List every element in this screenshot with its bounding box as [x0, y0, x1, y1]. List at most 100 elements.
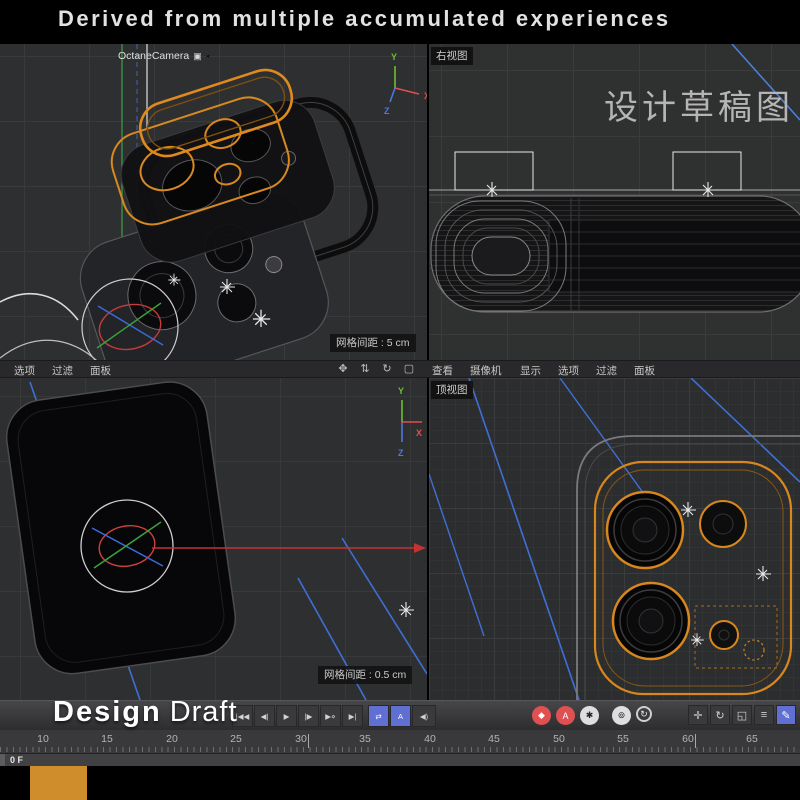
footer-strip [0, 766, 800, 800]
dolly-icon[interactable]: ⇅ [358, 362, 372, 375]
menu-display[interactable]: 显示 [520, 363, 541, 378]
menu-view[interactable]: 查看 [432, 363, 453, 378]
menu-options[interactable]: 选项 [558, 363, 579, 378]
menu-filter[interactable]: 过滤 [596, 363, 617, 378]
sparkle-mark [756, 566, 771, 581]
loop-autokey-group: ⇄ A ◀) [368, 705, 436, 727]
top-view-label-text: 顶视图 [436, 384, 468, 396]
perspective-canvas: Y Z X [0, 44, 427, 360]
ruler-tick-label: 60 [682, 733, 694, 745]
key-position-toggle[interactable]: ✛ [688, 705, 708, 725]
next-frame-button[interactable]: |▶ [298, 705, 319, 727]
key-parameter-toggle[interactable]: ≡ [754, 705, 774, 725]
ruler-tick-label: 30 [295, 733, 307, 745]
ruler-tick-label: 65 [746, 733, 758, 745]
loop-toggle-button[interactable]: ⇄ [368, 705, 389, 727]
axis-z-label: Z [398, 448, 404, 458]
record-keyframe-button[interactable]: ◆ [532, 706, 551, 725]
header-banner: Derived from multiple accumulated experi… [0, 0, 800, 44]
menu-filter-left[interactable]: 过滤 [52, 363, 73, 378]
view-axis-gizmo: Y Z X [384, 52, 427, 116]
viewport-right-view[interactable]: 右视图 设计草稿图 [429, 44, 800, 360]
key-scale-toggle[interactable]: ◱ [732, 705, 752, 725]
camera-icon[interactable]: ▣ [193, 51, 202, 62]
axis-y-label: Y [398, 386, 404, 396]
menu-camera[interactable]: 摄像机 [470, 363, 502, 378]
camera-bump-outline [673, 152, 741, 190]
orbit-icon[interactable]: ↻ [380, 362, 394, 375]
axis-y-label: Y [391, 52, 397, 62]
lens-top-left [607, 492, 683, 568]
lens-bottom [613, 583, 689, 659]
camera-caret-icon: ◂ [206, 52, 210, 60]
keyframe-options-button[interactable]: ✱ [580, 706, 599, 725]
viewport-menubar: 选项 过滤 面板 ✥ ⇅ ↻ ▢ 查看 摄像机 显示 选项 过滤 面板 [0, 360, 800, 378]
ruler-marker [695, 734, 696, 748]
camera-bump-outline [455, 152, 533, 190]
viewport-perspective[interactable]: Y Z X OctaneCamera ▣ ◂ 网格间距 : 5 cm [0, 44, 427, 360]
key-rotation-button[interactable]: ↻ [636, 706, 652, 722]
next-key-button[interactable]: ▶⋄ [320, 705, 341, 727]
ruler-tick-strip [0, 747, 800, 752]
pan-icon[interactable]: ✥ [336, 362, 350, 375]
header-title: Derived from multiple accumulated experi… [58, 6, 671, 32]
menu-options-left[interactable]: 选项 [14, 363, 35, 378]
ruler-tick-label: 20 [166, 733, 178, 745]
sparkle-mark [681, 502, 696, 517]
case-inner-edge [585, 444, 800, 700]
case-silhouette-curve [0, 340, 106, 360]
ruler-tick-label: 40 [424, 733, 436, 745]
front-view-canvas: Y Z X [0, 378, 427, 700]
grid-spacing-badge: 网格间距 : 0.5 cm [318, 666, 412, 684]
draft-word: Draft [170, 696, 238, 728]
top-view-canvas [429, 378, 800, 700]
current-frame-row[interactable]: 0 F [0, 753, 800, 766]
phone-case-front [2, 378, 240, 679]
viewport-top-view[interactable]: 顶视图 [429, 378, 800, 700]
viewport-nav-icons: ✥ ⇅ ↻ ▢ [336, 362, 416, 375]
autokeying-button[interactable]: A [556, 706, 575, 725]
ruler-tick-label: 10 [37, 733, 49, 745]
design-draft-watermark: DesignDraft [53, 696, 238, 729]
autokey-mode-button[interactable]: A [390, 705, 411, 727]
key-channel-group: ✛ ↻ ◱ ≡ ✎ [688, 705, 796, 725]
sound-toggle-button[interactable]: ◀) [412, 705, 436, 727]
guide-line-blue [691, 378, 800, 482]
camera-label-bar[interactable]: OctaneCamera ▣ ◂ [118, 50, 209, 62]
sparkle-mark [399, 602, 414, 617]
grid-spacing-badge: 网格间距 : 5 cm [330, 334, 416, 352]
key-object-button[interactable]: ⊚ [612, 706, 631, 725]
menu-panel[interactable]: 面板 [634, 363, 655, 378]
orange-accent-block [30, 766, 87, 800]
key-pla-toggle[interactable]: ✎ [776, 705, 796, 725]
ruler-tick-label: 45 [488, 733, 500, 745]
play-button[interactable]: ▶ [276, 705, 297, 727]
camera-name[interactable]: OctaneCamera [118, 50, 189, 62]
maximize-icon[interactable]: ▢ [402, 362, 416, 375]
ruler-tick-label: 55 [617, 733, 629, 745]
ruler-tick-label: 15 [101, 733, 113, 745]
menu-panel-left[interactable]: 面板 [90, 363, 111, 378]
grid-spacing-text: 网格间距 : 5 cm [336, 337, 410, 349]
axis-z-label: Z [384, 106, 390, 116]
viewport-label[interactable]: 右视图 [431, 47, 473, 65]
ruler-tick-label: 25 [230, 733, 242, 745]
case-silhouette-curve [0, 294, 78, 320]
timeline-ruler[interactable]: 10 15 20 25 30 35 40 45 50 55 60 65 [0, 730, 800, 753]
viewport-front-view[interactable]: Y Z X 网格间距 : 0.5 cm [0, 378, 427, 700]
mic-dotted-circle [744, 640, 764, 660]
key-rotation-toggle[interactable]: ↻ [710, 705, 730, 725]
sparkle-mark [691, 633, 704, 646]
guide-line-blue [342, 538, 427, 674]
right-view-label-text: 右视图 [436, 50, 468, 62]
viewport-label[interactable]: 顶视图 [431, 381, 473, 399]
ruler-tick-label: 35 [359, 733, 371, 745]
guide-line-blue [429, 474, 484, 636]
grid-spacing-text: 网格间距 : 0.5 cm [324, 669, 406, 681]
previous-key-button[interactable]: ◀| [254, 705, 275, 727]
design-word: Design [53, 696, 162, 728]
guide-line-blue [469, 378, 579, 700]
go-to-end-button[interactable]: ▶| [342, 705, 363, 727]
draft-watermark-cn: 设计草稿图 [604, 80, 794, 129]
ruler-tick-label: 50 [553, 733, 565, 745]
